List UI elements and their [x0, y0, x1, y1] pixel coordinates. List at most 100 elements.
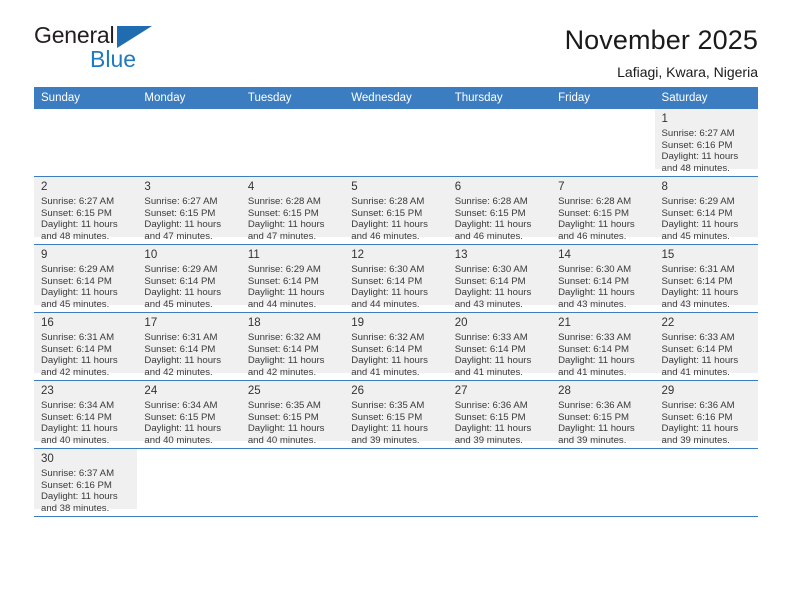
day-sunrise-text: Sunrise: 6:29 AM	[41, 264, 115, 275]
day-cell-inner: 6 Sunrise: 6:28 AM Sunset: 6:15 PM Daylight…	[447, 177, 552, 242]
day-number: 16	[41, 317, 54, 329]
day-sunrise-text: Sunrise: 6:31 AM	[41, 332, 115, 343]
day-cell-inner	[137, 109, 240, 169]
calendar-body: 1 Sunrise: 6:27 AM Sunset: 6:16 PM Daylight…	[34, 109, 758, 517]
day-daylight2-text: and 39 minutes.	[351, 434, 420, 446]
day-details: Sunrise: 6:30 AM Sunset: 6:14 PM Daylight:…	[558, 264, 648, 310]
day-details: Sunrise: 6:35 AM Sunset: 6:15 PM Daylight:…	[248, 400, 338, 446]
day-number: 7	[558, 181, 565, 193]
day-details: Sunrise: 6:33 AM Sunset: 6:14 PM Daylight:…	[558, 332, 648, 378]
day-daylight1-text: Daylight: 11 hours	[41, 423, 118, 435]
day-number: 3	[144, 181, 151, 193]
calendar-week-row: 1 Sunrise: 6:27 AM Sunset: 6:16 PM Daylight…	[34, 109, 758, 177]
day-details: Sunrise: 6:28 AM Sunset: 6:15 PM Daylight:…	[351, 196, 441, 242]
day-details: Sunrise: 6:36 AM Sunset: 6:16 PM Daylight:…	[662, 400, 752, 446]
day-cell-inner: 24 Sunrise: 6:34 AM Sunset: 6:15 PM Dayligh…	[137, 381, 241, 446]
day-daylight1-text: Daylight: 11 hours	[247, 355, 325, 367]
day-daylight1-text: Daylight: 11 hours	[661, 151, 739, 163]
day-cell-inner: 29 Sunrise: 6:36 AM Sunset: 6:16 PM Dayligh…	[654, 381, 758, 446]
day-details: Sunrise: 6:35 AM Sunset: 6:15 PM Daylight:…	[351, 400, 441, 446]
day-details: Sunrise: 6:32 AM Sunset: 6:14 PM Daylight:…	[351, 332, 441, 378]
day-sunset-text: Sunset: 6:14 PM	[454, 275, 526, 287]
day-number: 21	[558, 317, 571, 329]
calendar-week-row: 16 Sunrise: 6:31 AM Sunset: 6:14 PM Dayligh…	[34, 312, 758, 381]
calendar-day-cell[interactable]: 24 Sunrise: 6:34 AM Sunset: 6:15 PM Dayligh…	[137, 380, 241, 449]
calendar-day-cell[interactable]: 14 Sunrise: 6:30 AM Sunset: 6:14 PM Dayligh…	[551, 244, 655, 313]
calendar-cell-empty	[654, 448, 758, 517]
day-daylight1-text: Daylight: 11 hours	[351, 355, 428, 367]
calendar-cell-empty	[551, 448, 655, 517]
day-sunset-text: Sunset: 6:15 PM	[454, 411, 526, 423]
day-cell-inner: 4 Sunrise: 6:28 AM Sunset: 6:15 PM Daylight…	[240, 177, 345, 242]
day-daylight2-text: and 46 minutes.	[351, 230, 420, 242]
day-daylight1-text: Daylight: 11 hours	[247, 219, 325, 231]
calendar-day-cell[interactable]: 26 Sunrise: 6:35 AM Sunset: 6:15 PM Dayligh…	[344, 380, 448, 449]
calendar-day-cell[interactable]: 9 Sunrise: 6:29 AM Sunset: 6:14 PM Daylight…	[34, 244, 138, 313]
day-daylight2-text: and 39 minutes.	[454, 434, 523, 446]
calendar-day-cell[interactable]: 27 Sunrise: 6:36 AM Sunset: 6:15 PM Dayligh…	[447, 380, 552, 449]
calendar-day-cell[interactable]: 5 Sunrise: 6:28 AM Sunset: 6:15 PM Daylight…	[344, 176, 448, 245]
calendar-day-cell[interactable]: 13 Sunrise: 6:30 AM Sunset: 6:14 PM Dayligh…	[447, 244, 552, 313]
calendar-cell-empty	[240, 109, 345, 177]
day-daylight2-text: and 44 minutes.	[351, 298, 420, 310]
calendar-day-cell[interactable]: 12 Sunrise: 6:30 AM Sunset: 6:14 PM Dayligh…	[344, 244, 448, 313]
day-number: 8	[661, 181, 668, 193]
calendar-day-cell[interactable]: 6 Sunrise: 6:28 AM Sunset: 6:15 PM Daylight…	[447, 176, 552, 245]
calendar-day-cell[interactable]: 30 Sunrise: 6:37 AM Sunset: 6:16 PM Dayligh…	[34, 448, 138, 517]
day-sunrise-text: Sunrise: 6:33 AM	[454, 332, 528, 343]
day-daylight2-text: and 42 minutes.	[247, 366, 317, 378]
calendar-day-cell[interactable]: 4 Sunrise: 6:28 AM Sunset: 6:15 PM Daylight…	[240, 176, 345, 245]
day-daylight2-text: and 47 minutes.	[247, 230, 317, 242]
day-sunrise-text: Sunrise: 6:30 AM	[558, 264, 632, 275]
day-cell-inner: 13 Sunrise: 6:30 AM Sunset: 6:14 PM Dayligh…	[447, 245, 552, 310]
calendar-day-cell[interactable]: 28 Sunrise: 6:36 AM Sunset: 6:15 PM Dayligh…	[551, 380, 655, 449]
day-sunset-text: Sunset: 6:14 PM	[661, 343, 733, 355]
calendar-day-cell[interactable]: 16 Sunrise: 6:31 AM Sunset: 6:14 PM Dayligh…	[34, 312, 138, 381]
calendar-day-cell[interactable]: 25 Sunrise: 6:35 AM Sunset: 6:15 PM Dayligh…	[240, 380, 345, 449]
day-daylight1-text: Daylight: 11 hours	[558, 287, 635, 299]
day-sunset-text: Sunset: 6:15 PM	[351, 207, 423, 219]
calendar-day-cell[interactable]: 20 Sunrise: 6:33 AM Sunset: 6:14 PM Dayligh…	[447, 312, 552, 381]
calendar-day-cell[interactable]: 11 Sunrise: 6:29 AM Sunset: 6:14 PM Dayligh…	[240, 244, 345, 313]
calendar-day-cell[interactable]: 3 Sunrise: 6:27 AM Sunset: 6:15 PM Daylight…	[137, 176, 241, 245]
day-daylight1-text: Daylight: 11 hours	[454, 219, 532, 231]
day-cell-inner	[241, 449, 344, 509]
day-sunset-text: Sunset: 6:15 PM	[247, 207, 319, 219]
day-number: 20	[454, 317, 468, 329]
day-sunset-text: Sunset: 6:15 PM	[41, 207, 112, 219]
calendar-day-cell[interactable]: 19 Sunrise: 6:32 AM Sunset: 6:14 PM Dayligh…	[344, 312, 448, 381]
calendar-day-cell[interactable]: 2 Sunrise: 6:27 AM Sunset: 6:15 PM Daylight…	[34, 176, 138, 245]
calendar-day-cell[interactable]: 8 Sunrise: 6:29 AM Sunset: 6:14 PM Daylight…	[654, 176, 758, 245]
day-number: 6	[454, 181, 462, 193]
calendar-day-cell[interactable]: 18 Sunrise: 6:32 AM Sunset: 6:14 PM Dayligh…	[240, 312, 345, 381]
day-daylight2-text: and 45 minutes.	[41, 298, 110, 310]
day-daylight1-text: Daylight: 11 hours	[144, 287, 222, 299]
page-header: General Blue November 2025 Lafiagi, Kwar…	[34, 0, 758, 80]
day-daylight1-text: Daylight: 11 hours	[41, 219, 118, 231]
day-daylight2-text: and 43 minutes.	[558, 298, 627, 310]
calendar-day-cell[interactable]: 21 Sunrise: 6:33 AM Sunset: 6:14 PM Dayligh…	[551, 312, 655, 381]
day-daylight1-text: Daylight: 11 hours	[247, 423, 325, 435]
calendar-day-cell[interactable]: 7 Sunrise: 6:28 AM Sunset: 6:15 PM Daylight…	[551, 176, 655, 245]
day-sunset-text: Sunset: 6:15 PM	[454, 207, 526, 219]
calendar-day-cell[interactable]: 1 Sunrise: 6:27 AM Sunset: 6:16 PM Daylight…	[654, 109, 758, 177]
day-details: Sunrise: 6:36 AM Sunset: 6:15 PM Daylight:…	[455, 400, 545, 446]
calendar-day-cell[interactable]: 15 Sunrise: 6:31 AM Sunset: 6:14 PM Dayligh…	[654, 244, 758, 313]
brand-logo[interactable]: General Blue	[34, 24, 159, 76]
day-cell-inner: 15 Sunrise: 6:31 AM Sunset: 6:14 PM Dayligh…	[654, 245, 758, 310]
calendar-day-cell[interactable]: 22 Sunrise: 6:33 AM Sunset: 6:14 PM Dayligh…	[654, 312, 758, 381]
calendar-day-cell[interactable]: 10 Sunrise: 6:29 AM Sunset: 6:14 PM Dayligh…	[137, 244, 241, 313]
calendar-cell-empty	[240, 448, 345, 517]
calendar-day-cell[interactable]: 29 Sunrise: 6:36 AM Sunset: 6:16 PM Dayligh…	[654, 380, 758, 449]
day-sunrise-text: Sunrise: 6:35 AM	[351, 400, 425, 411]
day-number: 9	[41, 249, 48, 261]
calendar-day-cell[interactable]: 23 Sunrise: 6:34 AM Sunset: 6:14 PM Dayligh…	[34, 380, 138, 449]
day-sunrise-text: Sunrise: 6:28 AM	[247, 196, 321, 207]
day-sunset-text: Sunset: 6:15 PM	[247, 411, 319, 423]
day-cell-inner: 28 Sunrise: 6:36 AM Sunset: 6:15 PM Dayligh…	[551, 381, 655, 446]
day-sunset-text: Sunset: 6:16 PM	[661, 139, 733, 151]
calendar-day-cell[interactable]: 17 Sunrise: 6:31 AM Sunset: 6:14 PM Dayligh…	[137, 312, 241, 381]
day-number: 4	[247, 181, 255, 193]
day-cell-inner: 19 Sunrise: 6:32 AM Sunset: 6:14 PM Dayligh…	[344, 313, 448, 378]
day-cell-inner: 26 Sunrise: 6:35 AM Sunset: 6:15 PM Dayligh…	[344, 381, 448, 446]
